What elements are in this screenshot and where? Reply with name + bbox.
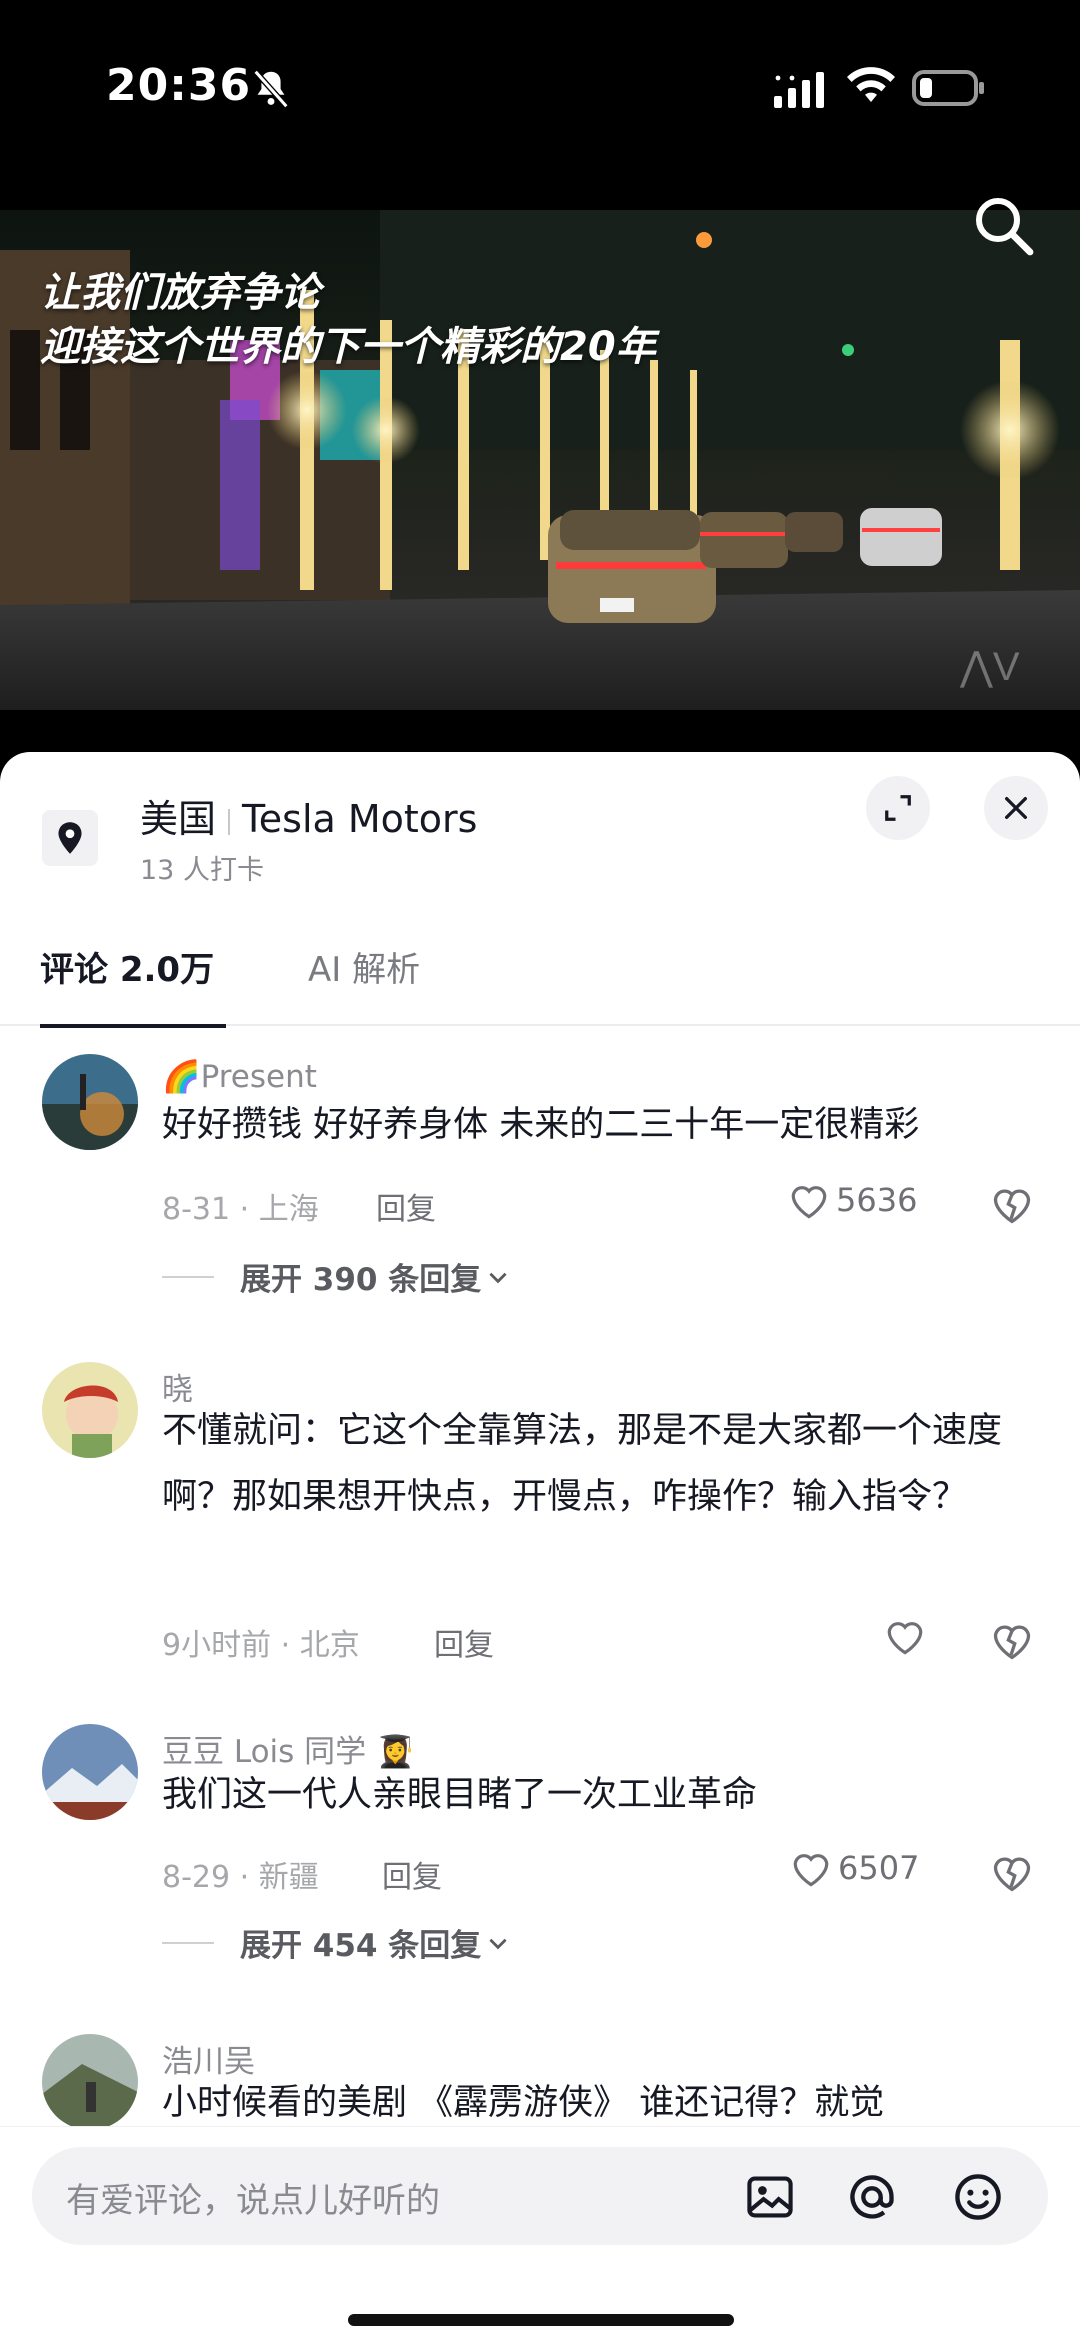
caption-line-1: 让我们放弃争论 bbox=[40, 270, 320, 316]
svg-text:⋀V: ⋀V bbox=[959, 645, 1020, 689]
video-player[interactable]: ⋀V 让我们放弃争论 迎接这个世界的下一个精彩的20年 bbox=[0, 210, 1080, 710]
home-indicator[interactable] bbox=[348, 2314, 734, 2326]
comment-meta: 9小时前 · 北京 bbox=[162, 1628, 360, 1663]
wifi-icon bbox=[847, 67, 895, 102]
reply-button[interactable]: 回复 bbox=[376, 1184, 436, 1228]
heart-icon bbox=[887, 1622, 923, 1655]
expand-icon bbox=[885, 795, 911, 821]
comment-text: 不懂就问：它这个全靠算法，那是不是大家都一个速度啊？那如果想开快点，开慢点，咋操… bbox=[162, 1411, 1003, 1517]
location-pin-icon bbox=[42, 810, 98, 866]
chevron-down-icon bbox=[489, 1938, 507, 1949]
location-title[interactable]: 美国 Tesla Motors bbox=[140, 788, 477, 843]
expand-button[interactable] bbox=[866, 776, 930, 840]
like-button[interactable]: 6507 bbox=[790, 1848, 919, 1888]
broken-heart-icon[interactable] bbox=[990, 1182, 1034, 1226]
status-bar: 20:36 bbox=[0, 0, 1080, 200]
divider-line bbox=[162, 1941, 214, 1944]
tab-bar: 评论 2.0万 AI 解析 bbox=[0, 942, 1080, 1028]
status-time: 20:36 bbox=[106, 60, 252, 111]
divider-line bbox=[162, 1275, 214, 1278]
search-icon[interactable] bbox=[972, 194, 1036, 258]
like-count: 6507 bbox=[838, 1849, 920, 1887]
tab-comments[interactable]: 评论 2.0万 bbox=[40, 942, 214, 1026]
comment-input-placeholder: 有爱评论，说点儿好听的 bbox=[66, 2181, 440, 2221]
heart-icon bbox=[791, 1186, 827, 1219]
title-divider bbox=[228, 808, 231, 835]
mention-icon[interactable] bbox=[846, 2171, 898, 2223]
comment-text: 好好攒钱 好好养身体 未来的二三十年一定很精彩 bbox=[162, 1105, 920, 1145]
like-button[interactable]: 5636 bbox=[788, 1180, 917, 1220]
image-icon[interactable] bbox=[744, 2171, 796, 2223]
location-name: Tesla Motors bbox=[242, 797, 478, 841]
broken-heart-icon[interactable] bbox=[990, 1850, 1034, 1894]
active-tab-indicator bbox=[40, 1024, 226, 1028]
bell-muted-icon bbox=[253, 69, 289, 109]
chevron-down-icon bbox=[489, 1272, 507, 1283]
comment-text: 我们这一代人亲眼目睹了一次工业革命 bbox=[162, 1775, 758, 1815]
battery-icon bbox=[912, 70, 984, 106]
close-icon bbox=[1005, 797, 1027, 819]
tab-ai-analysis[interactable]: AI 解析 bbox=[308, 942, 420, 1026]
comment-meta: 8-31 · 上海 bbox=[162, 1192, 319, 1227]
comment-meta: 8-29 · 新疆 bbox=[162, 1860, 319, 1895]
like-count: 5636 bbox=[836, 1181, 918, 1219]
comment-item: 豆豆 Lois 同学 👩‍🎓 我们这一代人亲眼目睹了一次工业革命 8-29 · … bbox=[0, 1724, 1080, 2024]
avatar[interactable] bbox=[42, 1362, 138, 1458]
expand-replies-label: 展开 390 条回复 bbox=[240, 1262, 482, 1298]
reply-button[interactable]: 回复 bbox=[382, 1852, 442, 1896]
emoji-icon[interactable] bbox=[952, 2171, 1004, 2223]
comment-item: 🌈Present 好好攒钱 好好养身体 未来的二三十年一定很精彩 8-31 · … bbox=[0, 1054, 1080, 1354]
like-button[interactable] bbox=[884, 1616, 932, 1656]
comment-input[interactable]: 有爱评论，说点儿好听的 bbox=[32, 2147, 1048, 2245]
location-country: 美国 bbox=[140, 797, 217, 841]
expand-replies-button[interactable]: 展开 454 条回复 bbox=[162, 1920, 511, 1965]
signal-icon bbox=[774, 72, 824, 108]
reply-button[interactable]: 回复 bbox=[434, 1620, 494, 1664]
avatar[interactable] bbox=[42, 1054, 138, 1150]
comment-sheet: 美国 Tesla Motors 13 人打卡 评论 2.0万 AI 解析 🌈Pre… bbox=[0, 752, 1080, 2348]
caption-line-2: 迎接这个世界的下一个精彩的20年 bbox=[40, 324, 656, 370]
checkin-count: 13 人打卡 bbox=[140, 855, 264, 886]
expand-replies-label: 展开 454 条回复 bbox=[240, 1928, 482, 1964]
broken-heart-icon[interactable] bbox=[990, 1618, 1034, 1662]
avatar[interactable] bbox=[42, 2034, 138, 2130]
comment-author[interactable]: 🌈Present bbox=[162, 1058, 317, 1095]
heart-icon bbox=[793, 1854, 829, 1887]
video-caption: 让我们放弃争论 迎接这个世界的下一个精彩的20年 bbox=[40, 266, 656, 374]
close-button[interactable] bbox=[984, 776, 1048, 840]
avatar[interactable] bbox=[42, 1724, 138, 1820]
comment-item: 晓 不懂就问：它这个全靠算法，那是不是大家都一个速度啊？那如果想开快点，开慢点，… bbox=[0, 1362, 1080, 1702]
expand-replies-button[interactable]: 展开 390 条回复 bbox=[162, 1254, 511, 1299]
